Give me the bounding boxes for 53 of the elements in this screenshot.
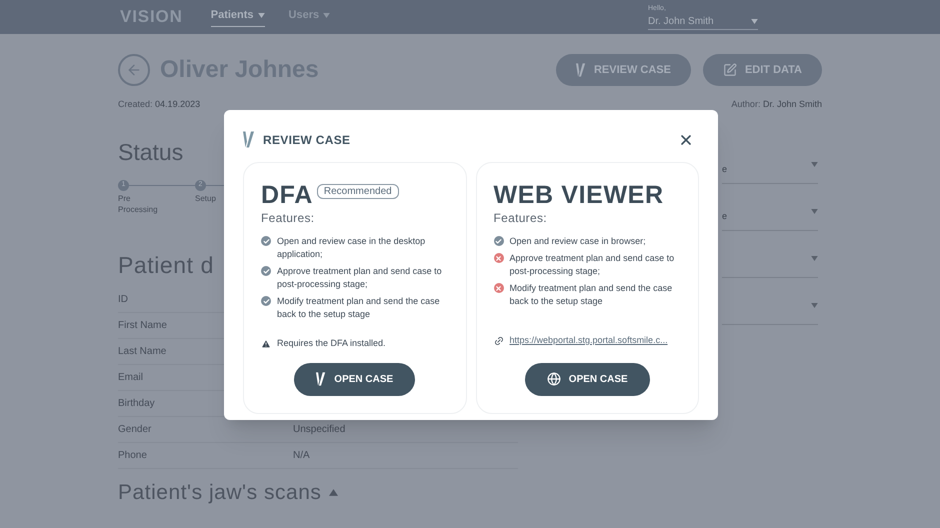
feature-text: Approve treatment plan and send case to post-processing stage;: [510, 252, 676, 278]
user-menu[interactable]: Dr. John Smith: [648, 14, 758, 30]
edit-icon: [722, 63, 737, 77]
created-date: Created: 04.19.2023: [118, 98, 200, 111]
field-label: Last Name: [118, 344, 166, 358]
field-value: Unspecified: [293, 422, 346, 436]
step-label: Pre Processing: [118, 192, 159, 214]
header-button[interactable]: EDIT DATA: [702, 54, 822, 86]
caret-icon: [811, 256, 818, 260]
field-label: Email: [118, 370, 144, 384]
features-label: Features:: [494, 210, 548, 227]
dropdown[interactable]: e: [722, 202, 818, 230]
step-label: Setup: [195, 192, 217, 204]
caret-icon: [258, 13, 265, 18]
features-label: Features:: [261, 210, 316, 227]
field-label: Birthday: [118, 396, 155, 410]
caret-icon: [811, 162, 818, 166]
dialog-title: REVIEW CASE: [263, 132, 350, 148]
caret-icon: [811, 302, 818, 308]
option-title: WEB VIEWER: [494, 181, 664, 209]
logo-icon: [576, 63, 586, 77]
author: Author: Dr. John Smith: [731, 98, 822, 111]
feature-text: Open and review case in browser;: [510, 235, 646, 248]
nav-tab[interactable]: Patients: [210, 7, 265, 27]
header-button[interactable]: REVIEW CASE: [556, 54, 691, 86]
warning-icon: [261, 338, 271, 349]
back-button[interactable]: [118, 54, 150, 86]
section-title: Patient d: [118, 250, 214, 278]
section-title: Patient's jaw's scans: [118, 480, 322, 504]
feature-text: Modify treatment plan and send the case back to the setup stage: [277, 295, 441, 321]
open-case-button[interactable]: OPEN CASE: [524, 362, 650, 396]
logo-icon: [243, 130, 255, 149]
caret-icon: [811, 208, 818, 214]
field-label: Gender: [118, 422, 152, 436]
status-title: Status: [118, 138, 184, 166]
note-text: Requires the DFA installed.: [277, 337, 386, 350]
open-case-button[interactable]: OPEN CASE: [294, 362, 416, 396]
portal-link[interactable]: https://webportal.stg.portal.softsmile.c...: [510, 334, 668, 348]
caret-icon: [751, 19, 758, 24]
field-label: First Name: [118, 318, 167, 332]
dropdown[interactable]: e: [722, 156, 818, 184]
feature-text: Approve treatment plan and send case to post-processing stage;: [277, 265, 443, 291]
field-label: Phone: [118, 448, 147, 462]
logo-icon: [316, 372, 326, 386]
option-title: DFA: [261, 181, 313, 209]
caret-icon: [323, 13, 330, 18]
field-value: N/A: [293, 448, 310, 462]
field-label: ID: [118, 292, 128, 306]
expand-caret-icon: [329, 489, 338, 496]
feature-text: Open and review case in the desktop application;: [277, 235, 426, 261]
recommended-badge: Recommended: [316, 184, 399, 198]
globe-icon: [546, 372, 561, 386]
feature-text: Modify treatment plan and send the case back to the setup stage: [510, 282, 674, 308]
